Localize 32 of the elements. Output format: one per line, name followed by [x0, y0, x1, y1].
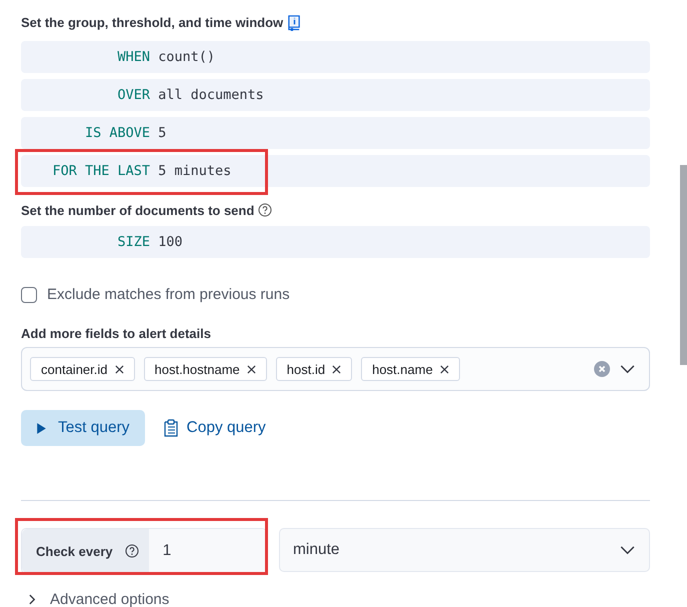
copy-query-button[interactable]: Copy query	[162, 410, 266, 446]
expression-button[interactable]: IS ABOVE 5	[21, 117, 650, 149]
clipboard-icon	[162, 419, 179, 437]
unit-select[interactable]: minute	[279, 528, 650, 572]
chip-label: host.id	[286, 362, 326, 376]
close-icon[interactable]	[332, 364, 342, 374]
book-icon[interactable]	[287, 14, 302, 30]
scrollbar[interactable]	[680, 165, 687, 365]
expression-button[interactable]: SIZE 100	[21, 226, 650, 258]
checkbox[interactable]	[21, 286, 37, 302]
combo-box[interactable]: container.id host.hostname host.id host.name	[21, 347, 650, 391]
chevron-down-icon	[620, 546, 635, 554]
test-query-button[interactable]: Test query	[21, 410, 145, 446]
close-icon[interactable]	[114, 364, 124, 374]
expression-button[interactable]: WHEN count()	[21, 41, 650, 73]
close-icon[interactable]	[440, 364, 449, 374]
chevron-down-icon[interactable]	[620, 364, 635, 374]
chip-label: container.id	[41, 362, 108, 376]
chip-label: host.hostname	[154, 362, 240, 376]
section-label: Set the number of documents to send	[21, 202, 254, 218]
close-icon[interactable]	[246, 364, 256, 374]
section-label: Set the group, threshold, and time window	[21, 14, 284, 30]
expression-button[interactable]: FOR THE LAST 5 minutes	[21, 155, 650, 187]
chip-label: host.name	[372, 362, 433, 376]
expression-button[interactable]: OVER all documents	[21, 79, 650, 111]
checkbox-label: Exclude matches from previous runs	[47, 286, 290, 303]
clear-icon[interactable]	[594, 361, 610, 377]
chevron-right-icon	[29, 594, 36, 605]
play-icon	[36, 422, 47, 434]
section-label: Add more fields to alert details	[21, 326, 211, 340]
help-icon[interactable]	[258, 203, 272, 217]
advanced-options-toggle[interactable]: Advanced options	[21, 591, 170, 607]
